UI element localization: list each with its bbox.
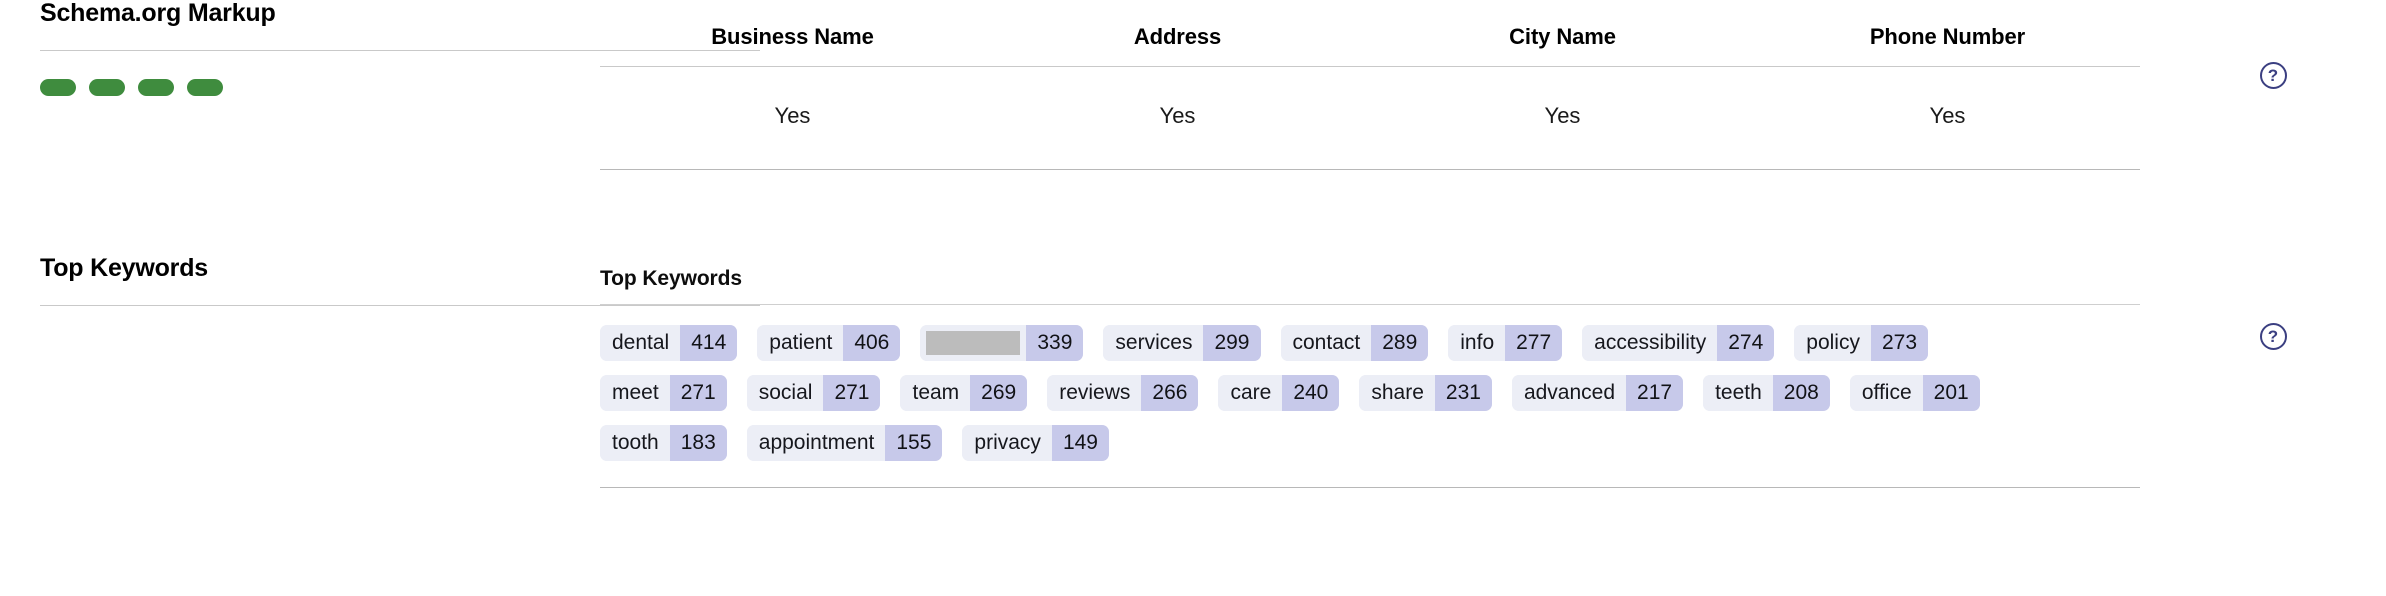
keyword-chip-count: 274 [1717, 325, 1775, 361]
status-pill [89, 78, 125, 96]
schema-main-column: Business Name Address City Name Phone Nu… [600, 0, 2160, 170]
keyword-chip[interactable]: tooth 183 [600, 425, 727, 461]
column-header-city-name: City Name [1370, 24, 1755, 67]
keywords-section-title: Top Keywords [40, 254, 208, 282]
keyword-chip-count: 201 [1922, 375, 1980, 411]
keyword-chip[interactable]: accessibility 274 [1582, 325, 1775, 361]
keyword-chip-label: accessibility [1582, 325, 1718, 361]
column-header-phone-number: Phone Number [1755, 24, 2140, 67]
keyword-chip-count: 271 [669, 375, 727, 411]
keyword-chip-label: dental [600, 325, 681, 361]
keyword-chip[interactable]: privacy 149 [962, 425, 1109, 461]
keyword-chip-list: dental 414 patient 406 339 services 299 … [600, 305, 2140, 487]
keyword-chip-label-redacted [920, 325, 1027, 361]
keyword-chip-count: 208 [1772, 375, 1830, 411]
keyword-chip-redacted[interactable]: 339 [920, 325, 1084, 361]
keyword-chip-count: 231 [1434, 375, 1492, 411]
keyword-chip-count: 299 [1203, 325, 1261, 361]
keywords-help-column: ? [2160, 255, 2386, 350]
keyword-chip-row: meet 271 social 271 team 269 reviews 266… [600, 375, 2140, 411]
keyword-chip-count: 217 [1626, 375, 1684, 411]
keyword-chip-row: dental 414 patient 406 339 services 299 … [600, 325, 2140, 361]
keyword-chip-label: share [1359, 375, 1435, 411]
keyword-chip[interactable]: services 299 [1103, 325, 1261, 361]
keyword-chip-count: 277 [1505, 325, 1563, 361]
keyword-chip-count: 240 [1282, 375, 1340, 411]
keyword-chip-count: 271 [823, 375, 881, 411]
cell-phone-number: Yes [1755, 66, 2140, 170]
keyword-chip-label: appointment [746, 425, 886, 461]
keyword-chip-label: info [1448, 325, 1506, 361]
keyword-chip-row: tooth 183 appointment 155 privacy 149 [600, 425, 2140, 461]
keyword-chip-label: tooth [600, 425, 670, 461]
keyword-chip-count: 339 [1026, 325, 1084, 361]
keyword-chip[interactable]: patient 406 [757, 325, 901, 361]
cell-city-name: Yes [1370, 66, 1755, 170]
keyword-chip-label: contact [1280, 325, 1372, 361]
keyword-chip-label: office [1849, 375, 1923, 411]
keyword-chip[interactable]: care 240 [1218, 375, 1340, 411]
keywords-panel-divider-bottom [600, 487, 2140, 488]
keyword-chip[interactable]: share 231 [1359, 375, 1492, 411]
help-icon[interactable]: ? [2259, 323, 2287, 350]
keyword-chip[interactable]: policy 273 [1794, 325, 1929, 361]
status-pill [138, 78, 174, 96]
keyword-chip-label: care [1218, 375, 1283, 411]
keyword-chip-label: policy [1794, 325, 1871, 361]
schema-side-column: Schema.org Markup [0, 0, 760, 96]
cell-business-name: Yes [600, 66, 985, 170]
keyword-chip-label: advanced [1511, 375, 1627, 411]
keyword-chip[interactable]: reviews 266 [1047, 375, 1199, 411]
keyword-chip-count: 273 [1870, 325, 1929, 361]
keyword-chip[interactable]: teeth 208 [1703, 375, 1830, 411]
keyword-chip[interactable]: team 269 [900, 375, 1028, 411]
keyword-chip-label: team [900, 375, 971, 411]
keyword-chip-count: 149 [1051, 425, 1109, 461]
keyword-chip-label: social [746, 375, 824, 411]
keywords-side-column: Top Keywords [0, 254, 760, 306]
keyword-chip-count: 155 [885, 425, 943, 461]
column-header-address: Address [985, 24, 1370, 67]
keyword-chip-label: services [1103, 325, 1204, 361]
keyword-chip[interactable]: appointment 155 [746, 425, 943, 461]
keyword-chip[interactable]: contact 289 [1280, 325, 1429, 361]
keyword-chip-label: patient [757, 325, 844, 361]
column-header-business-name: Business Name [600, 24, 985, 67]
keyword-chip-label: reviews [1047, 375, 1142, 411]
keyword-chip[interactable]: social 271 [746, 375, 881, 411]
schema-markup-section: Schema.org Markup Business Name Address … [0, 0, 2386, 170]
keyword-chip[interactable]: advanced 217 [1511, 375, 1684, 411]
keywords-main-column: Top Keywords dental 414 patient 406 339 … [600, 255, 2160, 488]
report-page: Schema.org Markup Business Name Address … [0, 0, 2386, 596]
table-header-row: Business Name Address City Name Phone Nu… [600, 24, 2140, 67]
keyword-chip[interactable]: meet 271 [600, 375, 727, 411]
schema-status-pills [40, 78, 600, 96]
keywords-panel-title: Top Keywords [600, 267, 742, 290]
keyword-chip-count: 269 [970, 375, 1028, 411]
schema-section-title: Schema.org Markup [40, 0, 276, 27]
keyword-chip-count: 414 [680, 325, 738, 361]
status-pill [40, 78, 76, 96]
keyword-chip-label: teeth [1703, 375, 1773, 411]
keyword-chip[interactable]: office 201 [1849, 375, 1980, 411]
keyword-chip[interactable]: info 277 [1448, 325, 1563, 361]
keyword-chip-label: privacy [962, 425, 1052, 461]
schema-markup-table: Business Name Address City Name Phone Nu… [600, 24, 2140, 170]
keyword-chip-count: 289 [1371, 325, 1429, 361]
status-pill [187, 78, 223, 96]
schema-help-column: ? [2160, 0, 2386, 89]
keyword-chip-count: 406 [843, 325, 901, 361]
table-row: Yes Yes Yes Yes [600, 66, 2140, 170]
redaction-bar [926, 331, 1021, 355]
keyword-chip-count: 266 [1141, 375, 1199, 411]
keyword-chip-count: 183 [669, 425, 727, 461]
keyword-chip[interactable]: dental 414 [600, 325, 738, 361]
keyword-chip-label: meet [600, 375, 670, 411]
cell-address: Yes [985, 66, 1370, 170]
help-icon[interactable]: ? [2259, 62, 2287, 89]
keywords-panel: Top Keywords dental 414 patient 406 339 … [600, 267, 2140, 488]
top-keywords-section: Top Keywords Top Keywords dental 414 pat… [0, 254, 2386, 488]
